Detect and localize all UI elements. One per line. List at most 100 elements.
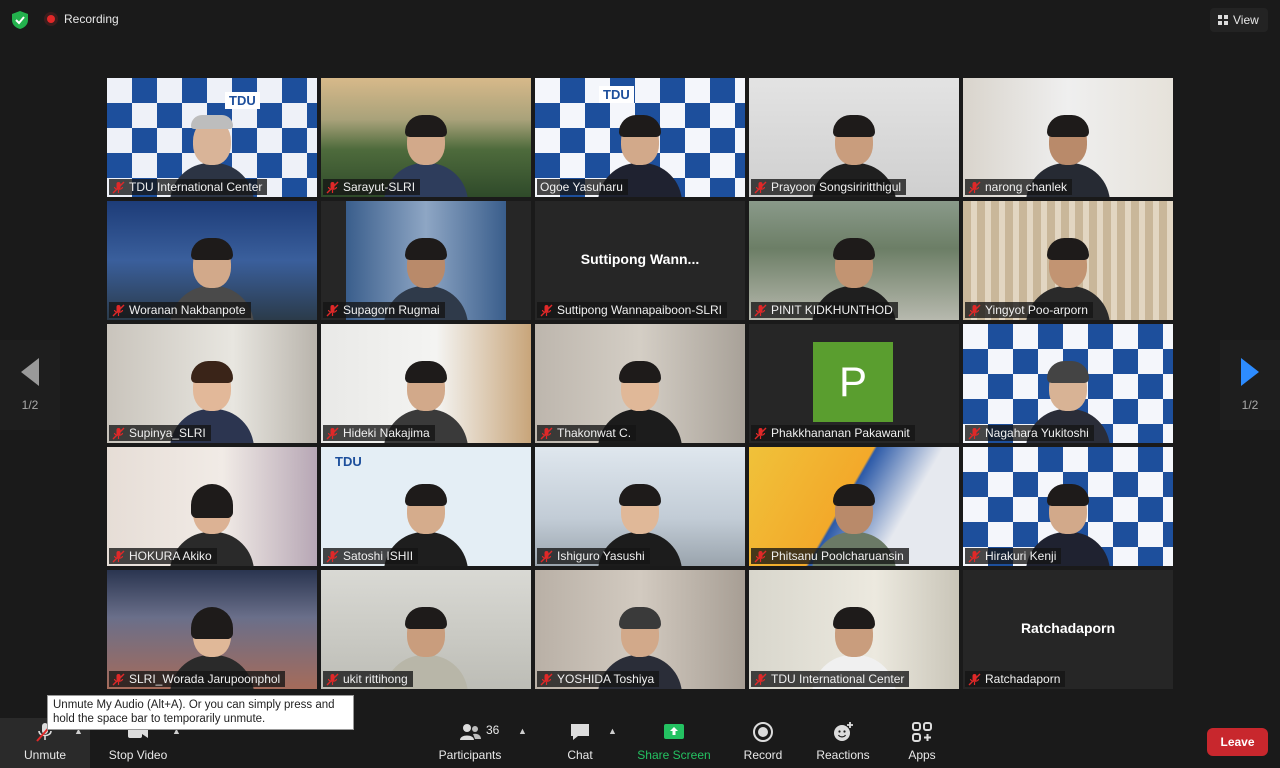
name-chip: Sarayut-SLRI bbox=[323, 179, 421, 195]
participant-tile-video-off[interactable]: Ratchadaporn Ratchadaporn bbox=[963, 570, 1173, 689]
chat-options-caret-icon[interactable]: ▲ bbox=[608, 726, 617, 736]
participant-name: Supagorn Rugmai bbox=[343, 303, 440, 317]
participants-count: 36 bbox=[486, 723, 500, 737]
name-chip: Nagahara Yukitoshi bbox=[965, 425, 1094, 441]
page-indicator-left: 1/2 bbox=[21, 398, 39, 412]
video-off-name: Ratchadaporn bbox=[1020, 620, 1116, 636]
name-chip: PINIT KIDKHUNTHOD bbox=[751, 302, 898, 318]
participant-tile[interactable]: narong chanlek bbox=[963, 78, 1173, 197]
participants-label: Participants bbox=[438, 748, 502, 762]
apps-button[interactable]: Apps bbox=[900, 716, 944, 768]
mic-muted-icon bbox=[754, 550, 767, 562]
participant-name: Phakkhananan Pakawanit bbox=[771, 426, 910, 440]
mic-muted-icon bbox=[540, 427, 553, 439]
tdu-logo: TDU bbox=[599, 86, 634, 103]
unmute-tooltip: Unmute My Audio (Alt+A). Or you can simp… bbox=[47, 695, 354, 730]
name-chip: Phitsanu Poolcharuansin bbox=[751, 548, 909, 564]
participant-tile[interactable]: Phitsanu Poolcharuansin bbox=[749, 447, 959, 566]
mic-muted-icon bbox=[968, 181, 981, 193]
participant-tile[interactable]: Supagorn Rugmai bbox=[321, 201, 531, 320]
next-page-button[interactable]: 1/2 bbox=[1220, 340, 1280, 430]
recording-indicator[interactable]: Recording bbox=[44, 12, 119, 26]
participant-avatar: P bbox=[813, 342, 893, 422]
participant-name: HOKURA Akiko bbox=[129, 549, 212, 563]
name-chip: Woranan Nakbanpote bbox=[109, 302, 251, 318]
reactions-label: Reactions bbox=[816, 748, 870, 762]
view-button[interactable]: View bbox=[1210, 8, 1268, 32]
participant-tile[interactable]: Thakonwat C. bbox=[535, 324, 745, 443]
participant-tile[interactable]: HOKURA Akiko bbox=[107, 447, 317, 566]
participant-tile[interactable]: Yingyot Poo-arporn bbox=[963, 201, 1173, 320]
mic-muted-icon bbox=[326, 181, 339, 193]
name-chip: TDU International Center bbox=[109, 179, 268, 195]
participant-name: Thakonwat C. bbox=[557, 426, 632, 440]
participant-tile[interactable]: TDU International Center bbox=[749, 570, 959, 689]
participant-name: Ratchadaporn bbox=[985, 672, 1061, 686]
mic-muted-icon bbox=[112, 181, 125, 193]
mic-muted-icon bbox=[540, 304, 553, 316]
participant-name: Prayoon Songsiriritthigul bbox=[771, 180, 902, 194]
apps-label: Apps bbox=[908, 748, 936, 762]
participant-name: Ishiguro Yasushi bbox=[557, 549, 645, 563]
share-screen-button[interactable]: Share Screen bbox=[636, 716, 712, 768]
participant-tile[interactable]: TDU Satoshi ISHII bbox=[321, 447, 531, 566]
chat-label: Chat bbox=[567, 748, 593, 762]
mic-muted-icon bbox=[754, 304, 767, 316]
participant-tile[interactable]: Sarayut-SLRI bbox=[321, 78, 531, 197]
record-icon bbox=[753, 722, 773, 742]
apps-icon bbox=[912, 722, 932, 742]
mic-muted-icon bbox=[112, 550, 125, 562]
mic-muted-icon bbox=[326, 550, 339, 562]
name-chip: TDU International Center bbox=[751, 671, 910, 687]
name-chip: Supinya_SLRI bbox=[109, 425, 211, 441]
mic-muted-icon bbox=[968, 550, 981, 562]
mic-muted-icon bbox=[326, 673, 339, 685]
record-button[interactable]: Record bbox=[740, 716, 786, 768]
participant-name: Hirakuri Kenji bbox=[985, 549, 1057, 563]
unmute-label: Unmute bbox=[23, 748, 67, 762]
participant-tile-video-off[interactable]: Suttipong Wann... Suttipong Wannapaiboon… bbox=[535, 201, 745, 320]
chat-button[interactable]: Chat bbox=[556, 716, 604, 768]
participant-tile[interactable]: Hideki Nakajima bbox=[321, 324, 531, 443]
participant-tile[interactable]: TDU TDU International Center bbox=[107, 78, 317, 197]
participant-tile[interactable]: YOSHIDA Toshiya bbox=[535, 570, 745, 689]
mic-muted-icon bbox=[540, 550, 553, 562]
participant-tile[interactable]: Hirakuri Kenji bbox=[963, 447, 1173, 566]
reactions-button[interactable]: Reactions bbox=[812, 716, 874, 768]
page-indicator-right: 1/2 bbox=[1241, 398, 1259, 412]
arrow-left-icon bbox=[21, 358, 39, 386]
participant-name: Satoshi ISHII bbox=[343, 549, 414, 563]
participant-tile[interactable]: SLRI_Worada Jarupoonphol bbox=[107, 570, 317, 689]
participant-name: SLRI_Worada Jarupoonphol bbox=[129, 672, 281, 686]
leave-button[interactable]: Leave bbox=[1207, 728, 1268, 756]
participant-tile[interactable]: Ishiguro Yasushi bbox=[535, 447, 745, 566]
participant-name: ukit rittihong bbox=[343, 672, 408, 686]
participant-name: Hideki Nakajima bbox=[343, 426, 430, 440]
mic-muted-icon bbox=[540, 673, 553, 685]
name-chip: Suttipong Wannapaiboon-SLRI bbox=[537, 302, 727, 318]
participant-name: Supinya_SLRI bbox=[129, 426, 206, 440]
zoom-meeting-window: Recording View 1/2 1/2 TDU TDU Internati… bbox=[0, 0, 1280, 768]
participant-tile-active-speaker[interactable]: TDU Ogoe Yasuharu bbox=[535, 78, 745, 197]
mic-muted-icon bbox=[968, 304, 981, 316]
participants-options-caret-icon[interactable]: ▲ bbox=[518, 726, 527, 736]
participant-name: TDU International Center bbox=[771, 672, 905, 686]
participant-name: TDU International Center bbox=[129, 180, 263, 194]
previous-page-button[interactable]: 1/2 bbox=[0, 340, 60, 430]
mic-muted-icon bbox=[112, 304, 125, 316]
participant-tile[interactable]: ukit rittihong bbox=[321, 570, 531, 689]
name-chip: Hideki Nakajima bbox=[323, 425, 435, 441]
participant-tile[interactable]: PINIT KIDKHUNTHOD bbox=[749, 201, 959, 320]
participant-tile-video-off[interactable]: P Phakkhananan Pakawanit bbox=[749, 324, 959, 443]
participant-tile[interactable]: Nagahara Yukitoshi bbox=[963, 324, 1173, 443]
name-chip: ukit rittihong bbox=[323, 671, 413, 687]
shield-check-icon[interactable] bbox=[10, 10, 30, 30]
participant-tile[interactable]: Prayoon Songsiriritthigul bbox=[749, 78, 959, 197]
participant-tile[interactable]: Woranan Nakbanpote bbox=[107, 201, 317, 320]
participant-name: narong chanlek bbox=[985, 180, 1068, 194]
arrow-right-icon bbox=[1241, 358, 1259, 386]
grid-view-icon bbox=[1218, 15, 1228, 25]
participant-tile[interactable]: Supinya_SLRI bbox=[107, 324, 317, 443]
participant-name: YOSHIDA Toshiya bbox=[557, 672, 655, 686]
mic-muted-icon bbox=[754, 181, 767, 193]
